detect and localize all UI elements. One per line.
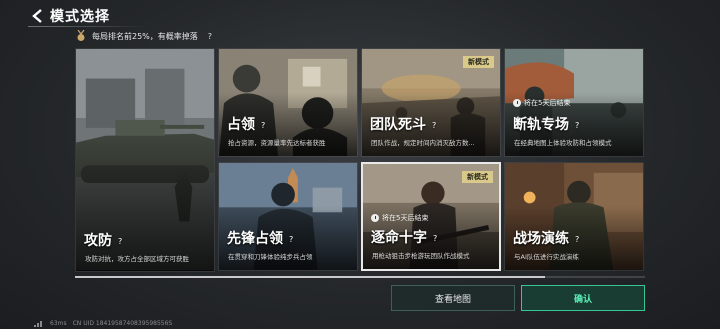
help-icon[interactable]: ? xyxy=(433,234,437,243)
help-icon[interactable]: ? xyxy=(289,235,293,244)
mode-desc: 攻防对抗，攻方占全部区域方可获胜 xyxy=(85,255,189,263)
view-map-button[interactable]: 查看地图 xyxy=(391,285,515,311)
mode-name: 占领? xyxy=(227,114,265,134)
status-footer: 63ms CN UID 1841958740839598556S xyxy=(34,320,172,327)
title-divider xyxy=(28,26,148,27)
help-icon[interactable]: ? xyxy=(575,235,579,244)
mode-name: 逐命十字? xyxy=(371,227,437,247)
mode-name-text: 攻防 xyxy=(84,233,112,249)
medal-icon xyxy=(77,30,85,41)
mode-name-text: 断轨专场 xyxy=(513,117,569,133)
help-icon[interactable]: ? xyxy=(118,237,122,246)
rank-tip-help-icon[interactable]: ? xyxy=(208,32,212,41)
mode-name: 攻防? xyxy=(84,230,122,250)
help-icon[interactable]: ? xyxy=(575,121,579,130)
mode-card-capture[interactable]: 占领? 抢占资源，资源量率先达标者获胜 xyxy=(218,48,358,157)
horizontal-scrollbar[interactable] xyxy=(75,276,645,278)
scrollbar-thumb[interactable] xyxy=(75,276,545,278)
rank-tip-text: 每局排名前25%，有概率掉落 xyxy=(92,31,198,41)
mode-desc: 用枪动狙击步枪游玩团队作战模式 xyxy=(372,252,470,260)
signal-icon xyxy=(34,320,42,327)
confirm-button[interactable]: 确认 xyxy=(521,285,645,311)
mode-desc: 抢占资源，资源量率先达标者获胜 xyxy=(228,139,326,147)
mode-name-text: 占领 xyxy=(227,117,255,133)
mode-desc: 在贯穿和刀锋体验纯步兵占领 xyxy=(228,253,313,261)
mode-name-text: 战场演练 xyxy=(513,231,569,247)
uid-text: CN UID 1841958740839598556S xyxy=(72,320,173,327)
rank-tip: 每局排名前25%，有概率掉落 ? xyxy=(76,30,212,42)
mode-desc: 团队作战，规定时间内消灭敌方数... xyxy=(371,139,475,147)
mode-desc: 在经典地图上体验攻防和占领模式 xyxy=(514,139,612,147)
mode-card-derail-special[interactable]: 将在5天后结束 断轨专场? 在经典地图上体验攻防和占领模式 xyxy=(504,48,644,157)
header: 模式选择 xyxy=(30,6,110,26)
page-title: 模式选择 xyxy=(50,9,110,25)
mode-card-team-deathmatch[interactable]: 新模式 团队死斗? 团队作战，规定时间内消灭敌方数... xyxy=(361,48,501,157)
mode-card-vanguard-capture[interactable]: 先锋占领? 在贯穿和刀锋体验纯步兵占领 xyxy=(218,162,358,271)
latency-text: 63ms xyxy=(50,320,67,327)
timer-text: 将在5天后结束 xyxy=(524,99,571,107)
mode-card-battlefield-drill[interactable]: 战场演练? 与AI队伍进行实战演练 xyxy=(504,162,644,271)
new-mode-badge: 新模式 xyxy=(462,171,493,183)
mode-grid: 攻防? 攻防对抗，攻方占全部区域方可获胜 占领? 抢占资源，资源量率先达标者获胜 xyxy=(75,48,645,272)
event-timer: 将在5天后结束 xyxy=(513,98,570,108)
mode-name-text: 团队死斗 xyxy=(370,117,426,133)
clock-icon xyxy=(513,99,521,107)
mode-desc: 与AI队伍进行实战演练 xyxy=(514,253,579,261)
new-mode-badge: 新模式 xyxy=(463,56,494,68)
mode-name: 先锋占领? xyxy=(227,228,293,248)
mode-name: 团队死斗? xyxy=(370,114,436,134)
mode-name-text: 逐命十字 xyxy=(371,230,427,246)
timer-text: 将在5天后结束 xyxy=(382,214,429,222)
back-arrow-icon[interactable] xyxy=(30,8,46,24)
mode-card-attack-defense[interactable]: 攻防? 攻防对抗，攻方占全部区域方可获胜 xyxy=(75,48,215,272)
mode-name-text: 先锋占领 xyxy=(227,231,283,247)
clock-icon xyxy=(371,214,379,222)
help-icon[interactable]: ? xyxy=(261,121,265,130)
mode-name: 断轨专场? xyxy=(513,114,579,134)
mode-card-crosshair-hunt[interactable]: 新模式 将在5天后结束 逐命十字? 用枪动狙击步枪游玩团队作战模式 xyxy=(361,162,501,271)
help-icon[interactable]: ? xyxy=(432,121,436,130)
mode-name: 战场演练? xyxy=(513,228,579,248)
event-timer: 将在5天后结束 xyxy=(371,213,428,223)
